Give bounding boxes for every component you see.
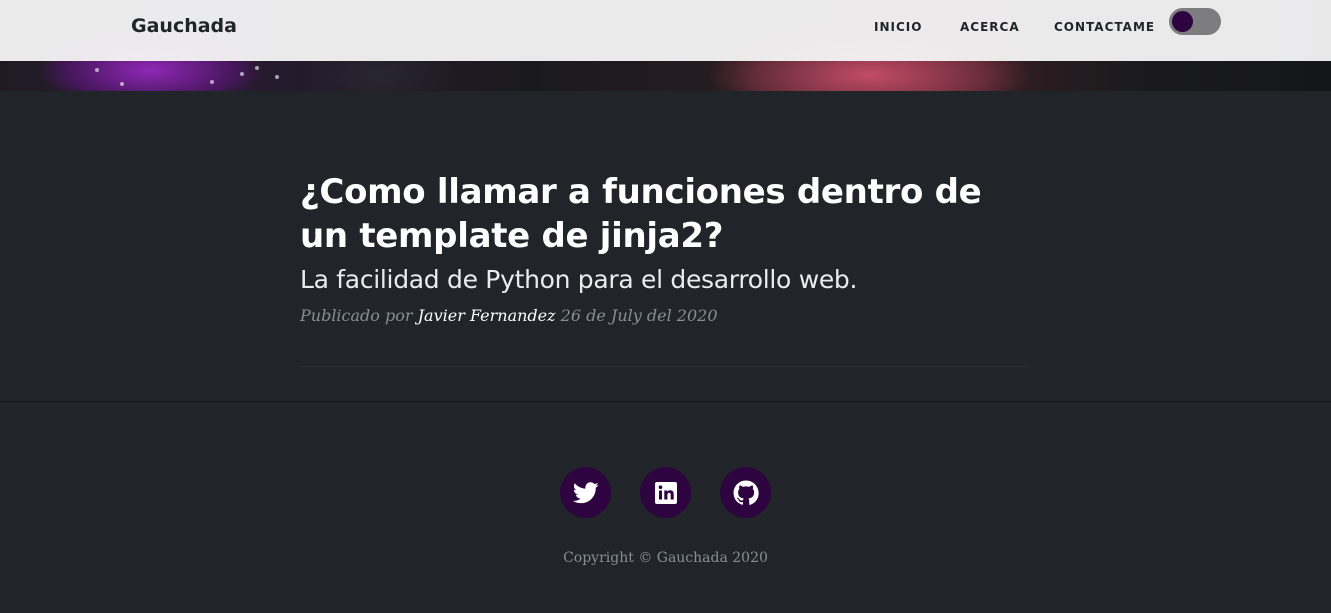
footer-divider	[0, 401, 1331, 402]
author-link[interactable]: Javier Fernandez	[418, 306, 556, 325]
github-icon	[733, 480, 759, 505]
github-link[interactable]	[720, 467, 771, 518]
nav-link-acerca[interactable]: ACERCA	[960, 20, 1020, 34]
main-navbar: Gauchada INICIO ACERCA CONTACTAME	[0, 0, 1331, 61]
brand-link[interactable]: Gauchada	[131, 15, 237, 37]
nav-link-contactame[interactable]: CONTACTAME	[1054, 20, 1155, 34]
post-subtitle: La facilidad de Python para el desarroll…	[300, 265, 858, 294]
toggle-knob	[1172, 11, 1193, 32]
meta-prefix: Publicado por	[300, 306, 413, 325]
linkedin-icon	[654, 481, 677, 504]
post-date: 26 de July del 2020	[560, 306, 718, 325]
nav-link-inicio[interactable]: INICIO	[874, 20, 922, 34]
post-heading: ¿Como llamar a funciones dentro de un te…	[300, 170, 1030, 328]
content-divider	[300, 366, 1030, 367]
post-title: ¿Como llamar a funciones dentro de un te…	[300, 172, 982, 256]
twitter-link[interactable]	[560, 467, 611, 518]
copyright-text: Copyright © Gauchada 2020	[563, 550, 768, 566]
linkedin-link[interactable]	[640, 467, 691, 518]
twitter-icon	[572, 481, 599, 503]
post-meta: Publicado por Javier Fernandez 26 de Jul…	[300, 304, 1030, 328]
theme-toggle[interactable]	[1169, 8, 1221, 35]
